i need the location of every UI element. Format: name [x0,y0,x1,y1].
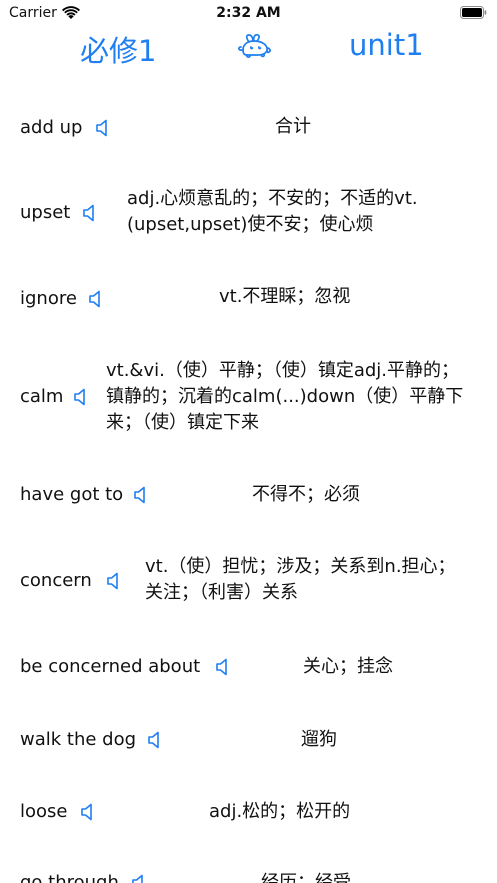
word-text: calm [20,386,64,407]
speaker-icon[interactable] [215,658,231,676]
speaker-icon[interactable] [131,874,147,883]
meaning-text: vt.不理睬；忽视 [219,286,351,307]
word-text: upset [20,202,71,223]
list-item[interactable]: go through 经历；经受 [0,856,497,883]
speaker-icon[interactable] [106,572,122,590]
list-item[interactable]: calm vt.&vi.（使）平静；（使）镇定adj.平静的；镇静的；沉着的ca… [0,350,497,446]
list-item[interactable]: walk the dog 遛狗 [0,712,497,776]
meaning-text: vt.&vi.（使）平静；（使）镇定adj.平静的；镇静的；沉着的calm(..… [106,360,464,433]
navigation-bar: 必修1 unit1 [0,26,497,68]
status-time: 2:32 AM [216,5,281,21]
speaker-icon[interactable] [80,803,96,821]
list-item[interactable]: loose adj.松的；松开的 [0,784,497,848]
battery-icon [460,6,487,19]
word-text: go through [20,872,119,883]
meaning-text: 经历；经受 [261,872,351,883]
speaker-icon[interactable] [82,204,98,222]
list-item[interactable]: be concerned about 关心；挂念 [0,639,497,703]
meaning-text: 关心；挂念 [303,656,393,677]
list-item[interactable]: ignore vt.不理睬；忽视 [0,270,497,334]
speaker-icon[interactable] [133,486,149,504]
book-selector-button[interactable]: 必修1 [80,28,156,70]
list-item[interactable]: add up 合计 [0,74,497,164]
list-item[interactable]: upset adj.心烦意乱的；不安的；不适的vt.(upset,upset)使… [0,174,497,254]
meaning-text: 不得不；必须 [252,484,360,505]
unit-selector-button[interactable]: unit1 [349,28,424,62]
speaker-icon[interactable] [88,290,104,308]
list-item[interactable]: concern vt.（使）担忧；涉及；关系到n.担心；关注；（利害）关系 [0,546,497,626]
speaker-icon[interactable] [95,119,111,137]
meaning-text: adj.心烦意乱的；不安的；不适的vt.(upset,upset)使不安；使心烦 [127,188,418,235]
list-item[interactable]: have got to 不得不；必须 [0,464,497,528]
meaning-text: vt.（使）担忧；涉及；关系到n.担心；关注；（利害）关系 [145,556,456,603]
word-text: concern [20,570,92,591]
word-text: ignore [20,288,77,309]
word-text: have got to [20,484,124,505]
word-list[interactable]: add up 合计 upset adj.心烦意乱的；不安的；不适的vt.(ups… [0,74,497,883]
speaker-icon[interactable] [147,731,163,749]
word-text: add up [20,117,83,138]
meaning-text: adj.松的；松开的 [209,801,351,822]
meaning-text: 合计 [275,116,311,137]
speaker-icon[interactable] [73,388,89,406]
status-bar: Carrier 2:32 AM [0,0,497,26]
word-text: walk the dog [20,729,137,750]
word-text: loose [20,801,68,822]
meaning-text: 遛狗 [301,729,337,750]
word-text: be concerned about [20,656,201,677]
rabbit-icon[interactable] [237,33,273,59]
